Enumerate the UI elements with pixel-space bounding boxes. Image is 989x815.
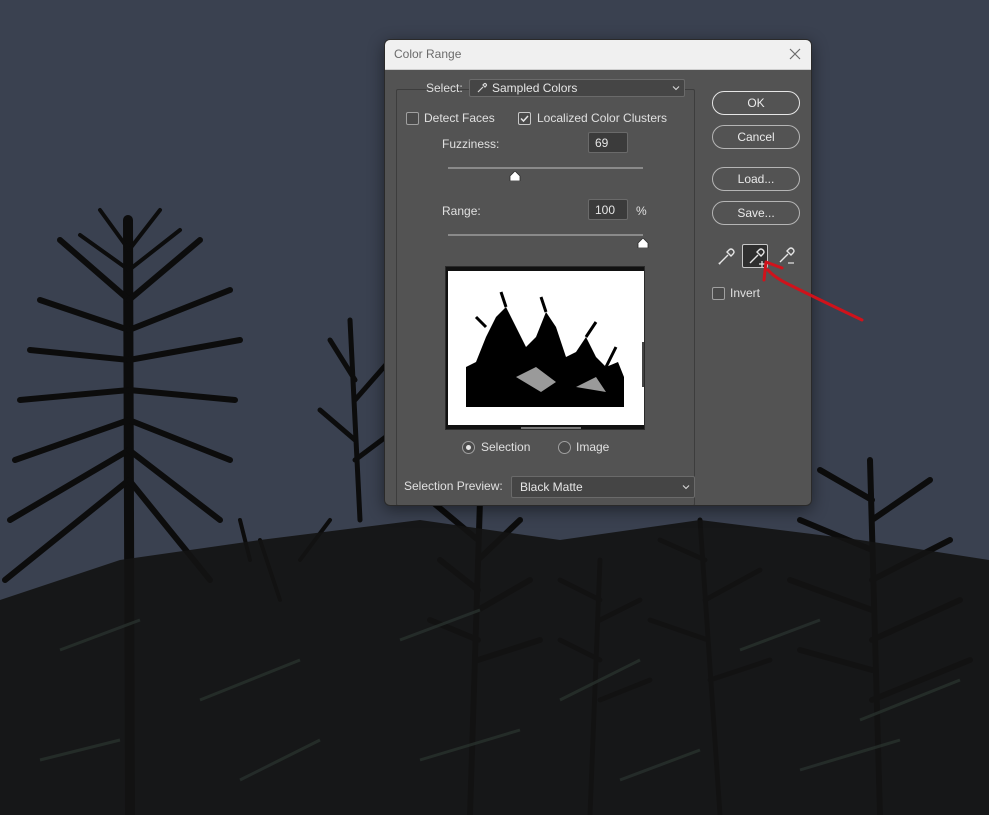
chevron-down-icon: [672, 86, 680, 91]
detect-faces-checkbox[interactable]: [406, 112, 419, 125]
checkmark-icon: [520, 115, 529, 123]
selection-preview-value: Black Matte: [520, 480, 583, 494]
range-input[interactable]: 100: [588, 199, 628, 220]
chevron-down-icon: [682, 485, 690, 490]
invert-label: Invert: [730, 286, 761, 300]
add-to-sample-eyedropper[interactable]: [742, 244, 768, 268]
image-radio-label: Image: [576, 440, 610, 454]
load-button[interactable]: Load...: [712, 167, 800, 191]
color-range-dialog: Color Range Select: Sampled Colors Detec…: [384, 39, 812, 506]
close-button[interactable]: [785, 44, 805, 64]
selection-radio[interactable]: [462, 441, 475, 454]
image-radio[interactable]: [558, 441, 571, 454]
eyedropper-icon: [477, 82, 488, 93]
select-dropdown[interactable]: Sampled Colors: [469, 79, 685, 97]
range-slider-track[interactable]: [448, 234, 643, 236]
selection-preview-image: [445, 266, 645, 430]
range-slider-thumb[interactable]: [637, 238, 649, 248]
ok-button[interactable]: OK: [712, 91, 800, 115]
selection-radio-label: Selection: [481, 440, 531, 454]
eyedropper-icon: [718, 248, 735, 265]
range-unit: %: [636, 204, 647, 218]
detect-faces-label: Detect Faces: [424, 111, 495, 125]
title-bar: Color Range: [385, 40, 811, 70]
fuzziness-input[interactable]: 69: [588, 132, 628, 153]
eyedropper-plus-icon: [749, 248, 765, 267]
selection-mask-thumbnail: [446, 267, 644, 429]
save-button[interactable]: Save...: [712, 201, 800, 225]
select-value: Sampled Colors: [492, 81, 578, 95]
select-label: Select:: [426, 81, 463, 95]
close-icon: [789, 48, 801, 60]
localized-color-clusters-checkbox[interactable]: [518, 112, 531, 125]
cancel-button[interactable]: Cancel: [712, 125, 800, 149]
selection-preview-dropdown[interactable]: Black Matte: [511, 476, 695, 498]
fuzziness-slider-thumb[interactable]: [509, 171, 521, 181]
eyedropper-tool[interactable]: [713, 244, 739, 268]
fuzziness-slider-track[interactable]: [448, 167, 643, 169]
fuzziness-label: Fuzziness:: [442, 137, 500, 151]
invert-checkbox[interactable]: [712, 287, 725, 300]
selection-preview-label: Selection Preview:: [404, 479, 503, 493]
eyedropper-minus-icon: [779, 247, 795, 264]
dialog-title: Color Range: [394, 47, 462, 61]
subtract-from-sample-eyedropper[interactable]: [773, 244, 799, 268]
range-label: Range:: [442, 204, 481, 218]
localized-color-clusters-label: Localized Color Clusters: [537, 111, 668, 125]
